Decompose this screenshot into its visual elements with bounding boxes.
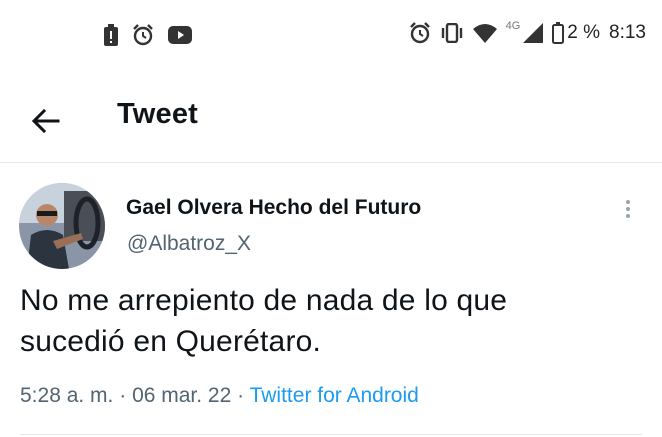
tweet-source-link[interactable]: Twitter for Android bbox=[250, 384, 419, 407]
battery-icon bbox=[552, 22, 565, 44]
status-bar: 4G 2 % 8:13 bbox=[0, 0, 662, 72]
tweet: Gael Olvera Hecho del Futuro @Albatroz_X… bbox=[0, 162, 662, 437]
meta-separator: · bbox=[113, 384, 133, 407]
avatar[interactable] bbox=[19, 183, 105, 269]
signal-icon bbox=[523, 23, 544, 43]
wifi-icon bbox=[472, 24, 497, 43]
status-right-icons: 4G 2 % 8:13 bbox=[409, 20, 646, 44]
more-options-button[interactable] bbox=[618, 196, 638, 226]
tweet-date: 06 mar. 22 bbox=[132, 384, 232, 407]
battery-percent: 2 % bbox=[567, 22, 601, 43]
author-handle[interactable]: @Albatroz_X bbox=[127, 232, 251, 256]
more-vertical-icon bbox=[626, 200, 630, 218]
avatar-image bbox=[19, 183, 105, 269]
vibrate-icon bbox=[441, 23, 462, 43]
author-name[interactable]: Gael Olvera Hecho del Futuro bbox=[126, 196, 421, 220]
tweet-meta: 5:28 a. m. · 06 mar. 22 · Twitter for An… bbox=[20, 384, 419, 408]
clock: 8:13 bbox=[609, 22, 646, 43]
tweet-text: No me arrepiento de nada de lo que suced… bbox=[20, 280, 640, 362]
back-button[interactable] bbox=[28, 103, 64, 139]
arrow-left-icon bbox=[31, 108, 60, 134]
tweet-text-line-2: sucedió en Querétaro. bbox=[20, 325, 322, 358]
alarm-icon bbox=[409, 22, 430, 44]
alert-battery-icon bbox=[104, 24, 118, 46]
alarm-icon bbox=[133, 24, 153, 46]
youtube-icon bbox=[168, 26, 192, 44]
status-left-icons bbox=[104, 24, 192, 46]
page-title: Tweet bbox=[117, 98, 199, 130]
divider bbox=[20, 434, 642, 435]
tweet-text-line-1: No me arrepiento de nada de lo que bbox=[20, 284, 508, 317]
tweet-time: 5:28 a. m. bbox=[20, 384, 114, 407]
network-type-label: 4G bbox=[505, 20, 521, 32]
meta-separator: · bbox=[231, 384, 250, 407]
top-app-bar: Tweet bbox=[0, 84, 662, 163]
